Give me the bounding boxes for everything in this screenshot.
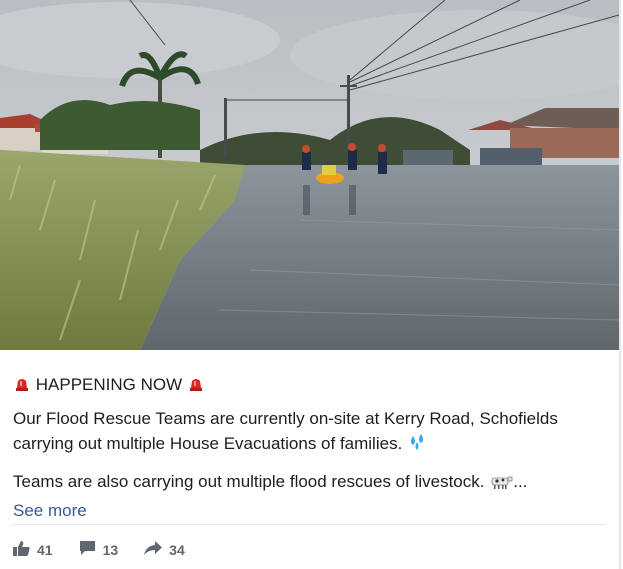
paragraph-1-line-2: carrying out multiple House Evacuations … [13,431,605,459]
share-button[interactable]: 34 [144,541,185,558]
sweat-droplets-icon [407,432,429,459]
siren-icon [187,375,205,400]
like-icon [13,540,37,559]
like-button[interactable]: 41 [13,540,53,559]
action-bar: 41 13 34 [13,540,211,559]
post-card: HAPPENING NOW Our Flood Rescue Teams are… [0,0,621,569]
actions-divider [12,524,606,525]
paragraph-1-line-1: Our Flood Rescue Teams are currently on-… [13,409,558,428]
comment-button[interactable]: 13 [79,540,119,559]
ellipsis: ... [513,472,528,491]
paragraph-1-line-2-text: carrying out multiple House Evacuations … [13,434,403,453]
see-more-link[interactable]: See more [13,498,87,523]
post-photo[interactable] [0,0,619,350]
post-text: HAPPENING NOW Our Flood Rescue Teams are… [13,372,605,523]
headline-line: HAPPENING NOW [13,372,605,400]
share-icon [144,541,169,558]
like-count: 41 [37,541,53,558]
share-count: 34 [169,541,185,558]
paragraph-2-text: Teams are also carrying out multiple flo… [13,472,485,491]
comment-icon [79,540,103,559]
paragraph-2: Teams are also carrying out multiple flo… [13,469,605,497]
flood-scene-image [0,0,619,350]
cow-icon [489,472,513,497]
headline-text: HAPPENING NOW [35,375,183,394]
comment-count: 13 [102,541,119,558]
siren-icon [13,375,31,400]
